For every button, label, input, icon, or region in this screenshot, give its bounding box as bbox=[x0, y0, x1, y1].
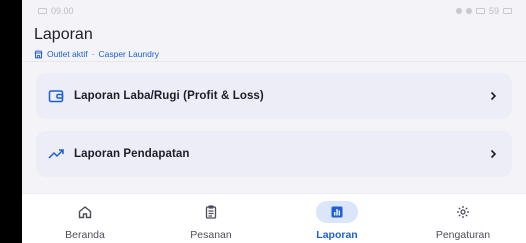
nav-item-beranda[interactable]: Beranda bbox=[22, 194, 148, 243]
menu-item-label: Laporan Pendapatan bbox=[74, 148, 190, 160]
nav-item-pengaturan[interactable]: Pengaturan bbox=[400, 194, 526, 243]
outlet-separator: · bbox=[91, 49, 95, 59]
clipboard-icon bbox=[205, 204, 217, 219]
bar-chart-icon bbox=[331, 206, 343, 217]
outlet-name: Casper Laundry bbox=[98, 49, 159, 59]
nav-item-pesanan[interactable]: Pesanan bbox=[148, 194, 274, 243]
gear-icon bbox=[457, 205, 469, 218]
battery-level: 59 bbox=[488, 6, 499, 16]
chevron-right-icon bbox=[490, 91, 497, 101]
wifi-icon bbox=[465, 8, 472, 14]
store-icon bbox=[34, 50, 43, 58]
page-header: Laporan Outlet aktif · Casper Laundry bbox=[22, 22, 526, 59]
menu-item-label: Laporan Laba/Rugi (Profit & Loss) bbox=[74, 90, 264, 102]
status-time: 09.00 bbox=[51, 6, 74, 16]
bottom-navigation: Beranda Pesanan Laporan Pengaturan bbox=[22, 193, 526, 243]
nav-label: Laporan bbox=[316, 228, 358, 241]
trending-up-icon bbox=[48, 149, 64, 159]
chevron-right-icon bbox=[490, 149, 497, 159]
menu-item-revenue[interactable]: Laporan Pendapatan bbox=[36, 131, 512, 177]
status-left: 09.00 bbox=[38, 6, 74, 16]
app-screen: 09.00 59 Laporan Outlet aktif · Casper L… bbox=[22, 0, 526, 243]
nav-icon-container bbox=[64, 201, 106, 223]
battery-icon bbox=[503, 8, 512, 14]
status-right: 59 bbox=[455, 6, 512, 16]
page-title: Laporan bbox=[34, 26, 93, 43]
nav-icon-container bbox=[190, 201, 232, 223]
wallet-icon bbox=[48, 90, 64, 103]
menu-item-profit-loss[interactable]: Laporan Laba/Rugi (Profit & Loss) bbox=[36, 73, 512, 119]
alarm-icon bbox=[455, 8, 462, 14]
nav-label: Pengaturan bbox=[435, 228, 491, 241]
status-bar: 09.00 59 bbox=[22, 0, 526, 22]
active-outlet: Outlet aktif · Casper Laundry bbox=[34, 49, 514, 59]
nav-icon-container bbox=[316, 200, 358, 223]
nav-label: Pesanan bbox=[190, 228, 232, 241]
nav-label: Beranda bbox=[65, 228, 105, 241]
nav-item-laporan[interactable]: Laporan bbox=[274, 194, 400, 243]
signal-icon bbox=[475, 8, 485, 14]
header-divider bbox=[22, 61, 526, 62]
notification-icon bbox=[38, 8, 47, 14]
home-icon bbox=[78, 205, 92, 218]
nav-icon-container bbox=[442, 201, 484, 223]
outlet-label: Outlet aktif bbox=[47, 49, 88, 59]
